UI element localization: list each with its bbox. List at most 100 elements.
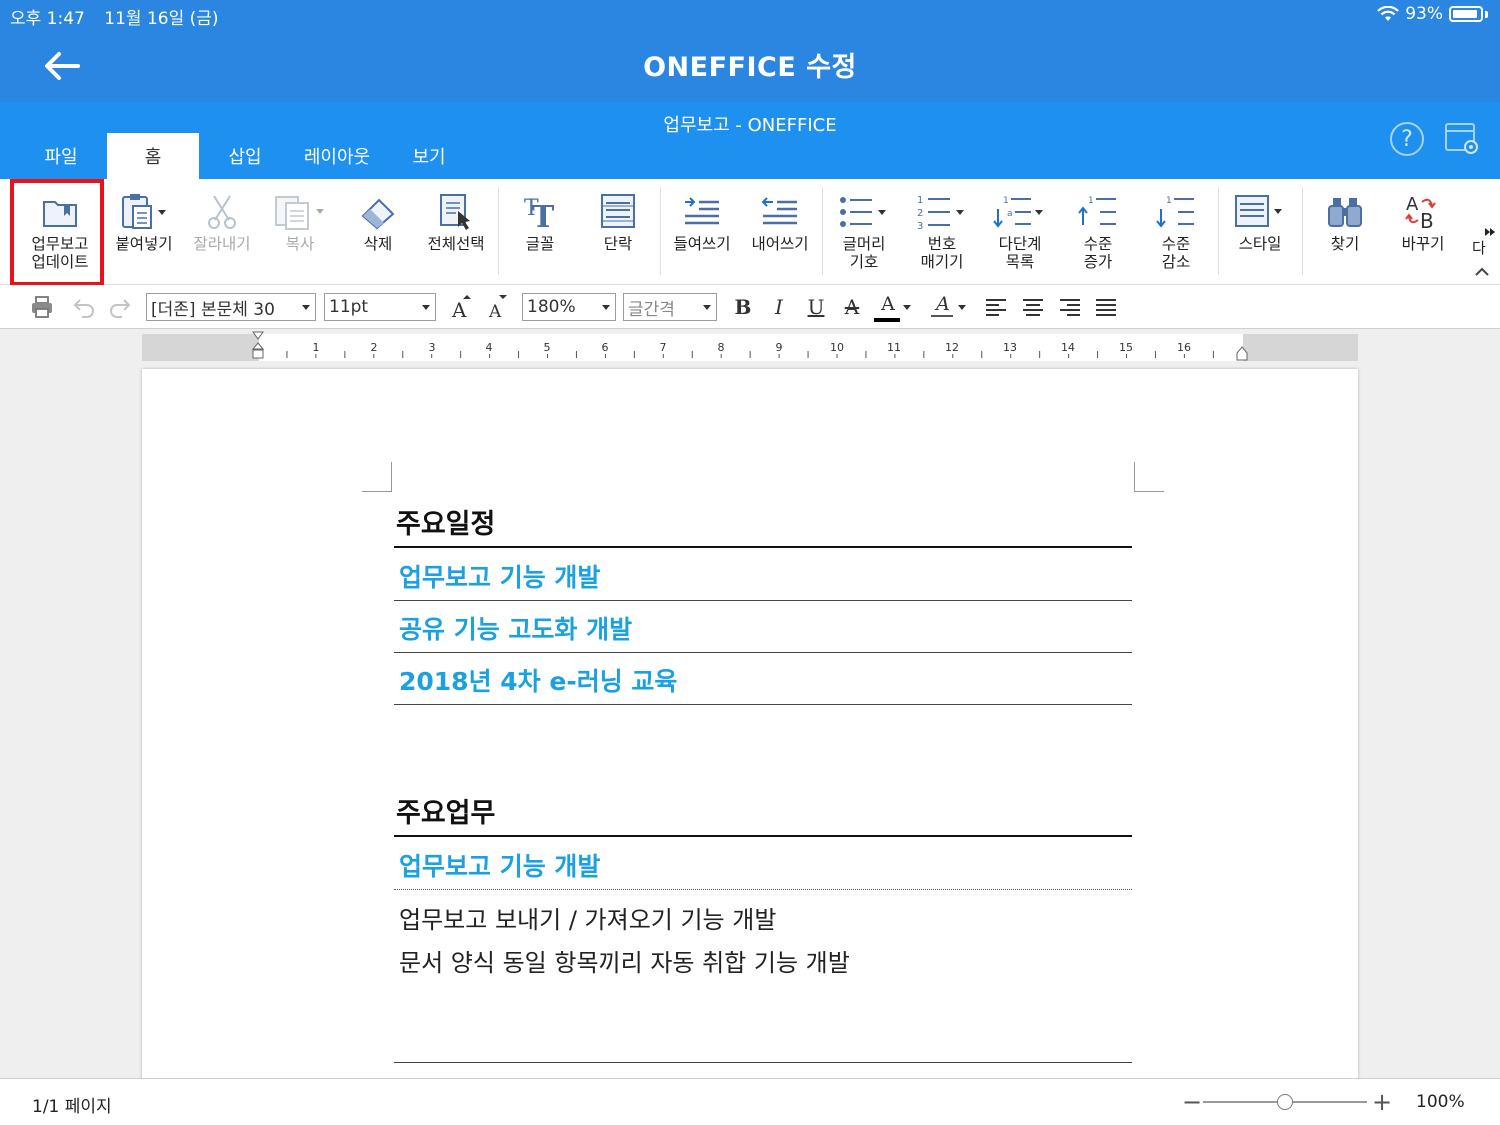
printer-icon xyxy=(32,296,52,318)
numbering-button[interactable]: 1 2 3 번호 매기기 xyxy=(903,185,981,275)
align-center-button[interactable] xyxy=(1020,293,1046,321)
svg-text:1: 1 xyxy=(1088,196,1094,206)
heading-rule xyxy=(394,835,1132,837)
ruler-number: 1 xyxy=(312,341,320,354)
tab-insert[interactable]: 삽입 xyxy=(199,133,291,179)
ruler-number: 11 xyxy=(887,341,901,354)
item-divider xyxy=(394,652,1132,653)
bold-button[interactable]: B xyxy=(730,293,756,321)
numbered-list-icon: 1 2 3 xyxy=(917,195,964,231)
zoom-out-button[interactable]: − xyxy=(1182,1088,1202,1116)
replace-label: 바꾸기 xyxy=(1401,235,1445,253)
item-divider xyxy=(394,1062,1132,1063)
cut-button[interactable]: 잘라내기 xyxy=(183,185,261,275)
svg-text:T: T xyxy=(532,200,555,231)
format-toolbar: [더존] 본문체 30 11pt A A 180% 글간격 B I U A A … xyxy=(0,285,1500,329)
outdent-button[interactable]: 내어쓰기 xyxy=(741,185,819,275)
left-indent-marker[interactable] xyxy=(251,331,265,361)
font-grow-icon: A xyxy=(451,295,471,320)
ruler[interactable]: 1 2 3 4 5 6 7 8 9 10 11 12 13 14 15 16 xyxy=(142,331,1358,362)
help-icon[interactable]: ? xyxy=(1390,122,1424,156)
ruler-number: 4 xyxy=(485,341,493,354)
align-right-button[interactable] xyxy=(1057,293,1083,321)
font-shrink-button[interactable]: A xyxy=(484,293,510,321)
tab-home[interactable]: 홈 xyxy=(107,133,199,179)
zoom-level: 100% xyxy=(1416,1092,1465,1112)
italic-button[interactable]: I xyxy=(766,293,792,321)
page-count: 1/1 페이지 xyxy=(32,1097,112,1117)
delete-label: 삭제 xyxy=(363,235,393,253)
indent-icon xyxy=(685,197,719,225)
band-icons: ? xyxy=(1390,122,1480,156)
task-title: 업무보고 기능 개발 xyxy=(399,852,601,881)
highlight-color-button[interactable]: A xyxy=(928,293,968,321)
home-ribbon: 업무보고 업데이트 붙여넣기 잘라내기 복사 삭제 전체선택 T T 글꼴 단락… xyxy=(0,179,1500,286)
redo-button[interactable] xyxy=(106,293,134,321)
zoom-slider-thumb[interactable] xyxy=(1277,1094,1293,1110)
paste-button[interactable]: 붙여넣기 xyxy=(105,185,183,275)
svg-text:A: A xyxy=(488,302,502,320)
multilevel-list-button[interactable]: 1 a 다단계 목록 xyxy=(981,185,1059,275)
find-button[interactable]: 찾기 xyxy=(1306,185,1384,275)
schedule-item: 업무보고 기능 개발 xyxy=(399,563,601,592)
update-report-label: 업무보고 업데이트 xyxy=(31,235,89,271)
select-all-button[interactable]: 전체선택 xyxy=(417,185,495,275)
heading-rule xyxy=(394,546,1132,548)
ruler-ticks xyxy=(257,351,1214,358)
paste-label: 붙여넣기 xyxy=(115,235,173,253)
delete-button[interactable]: 삭제 xyxy=(339,185,417,275)
strikethrough-button[interactable]: A xyxy=(839,293,865,321)
char-spacing-select[interactable]: 글간격 xyxy=(623,293,717,321)
copy-icon xyxy=(275,196,324,230)
line-spacing-select[interactable]: 180% xyxy=(522,293,616,321)
ruler-number: 2 xyxy=(370,341,378,354)
style-icon xyxy=(1235,195,1282,227)
update-report-button[interactable]: 업무보고 업데이트 xyxy=(21,185,99,275)
underline-button[interactable]: U xyxy=(803,293,829,321)
align-justify-button[interactable] xyxy=(1093,293,1119,321)
battery-icon xyxy=(1449,6,1483,22)
style-button[interactable]: 스타일 xyxy=(1221,185,1299,275)
ribbon-collapse-icon[interactable] xyxy=(1474,263,1490,282)
font-button[interactable]: T T 글꼴 xyxy=(501,185,579,275)
app-bar: 오후 1:47 11월 16일 (금) 93% ONEFFICE 수정 xyxy=(0,0,1500,102)
status-time: 오후 1:47 xyxy=(10,9,85,29)
wifi-icon xyxy=(1377,6,1399,21)
document-page[interactable]: 주요일정 업무보고 기능 개발 공유 기능 고도화 개발 2018년 4차 e-… xyxy=(142,369,1358,1089)
level-down-icon: 1 xyxy=(1156,196,1194,228)
align-center-icon xyxy=(1023,299,1043,316)
svg-text:2: 2 xyxy=(917,208,923,219)
highlight-pen-icon xyxy=(931,315,953,317)
font-size-select[interactable]: 11pt xyxy=(324,293,436,321)
align-left-button[interactable] xyxy=(983,293,1009,321)
redo-icon xyxy=(110,299,131,318)
undo-icon xyxy=(73,299,94,318)
undo-button[interactable] xyxy=(70,293,98,321)
right-indent-marker[interactable] xyxy=(1235,346,1249,362)
battery-percent: 93% xyxy=(1405,4,1443,24)
svg-text:1: 1 xyxy=(1003,196,1009,206)
level-down-button[interactable]: 1 수준 감소 xyxy=(1137,185,1215,275)
font-color-button[interactable]: A xyxy=(873,293,913,322)
copy-button[interactable]: 복사 xyxy=(261,185,339,275)
font-name-select[interactable]: [더존] 본문체 30 xyxy=(146,293,316,321)
tab-file[interactable]: 파일 xyxy=(15,133,107,179)
font-shrink-icon: A xyxy=(488,295,507,320)
indent-button[interactable]: 들여쓰기 xyxy=(663,185,741,275)
level-up-button[interactable]: 1 수준 증가 xyxy=(1059,185,1137,275)
tab-view[interactable]: 보기 xyxy=(383,133,475,179)
replace-button[interactable]: A B 바꾸기 xyxy=(1384,185,1462,275)
cut-label: 잘라내기 xyxy=(193,235,251,253)
outdent-label: 내어쓰기 xyxy=(751,235,809,253)
multilevel-list-icon: 1 a xyxy=(993,196,1043,228)
bullets-button[interactable]: 글머리 기호 xyxy=(825,185,903,275)
print-button[interactable] xyxy=(28,293,56,321)
tab-layout[interactable]: 레이아웃 xyxy=(291,133,383,179)
item-divider xyxy=(394,704,1132,705)
font-grow-button[interactable]: A xyxy=(448,293,474,321)
ribbon-scroll-right-icon[interactable] xyxy=(1484,223,1496,242)
zoom-in-button[interactable]: + xyxy=(1372,1088,1392,1116)
eraser-icon xyxy=(361,198,395,230)
settings-window-icon[interactable] xyxy=(1444,122,1480,156)
paragraph-button[interactable]: 단락 xyxy=(579,185,657,275)
